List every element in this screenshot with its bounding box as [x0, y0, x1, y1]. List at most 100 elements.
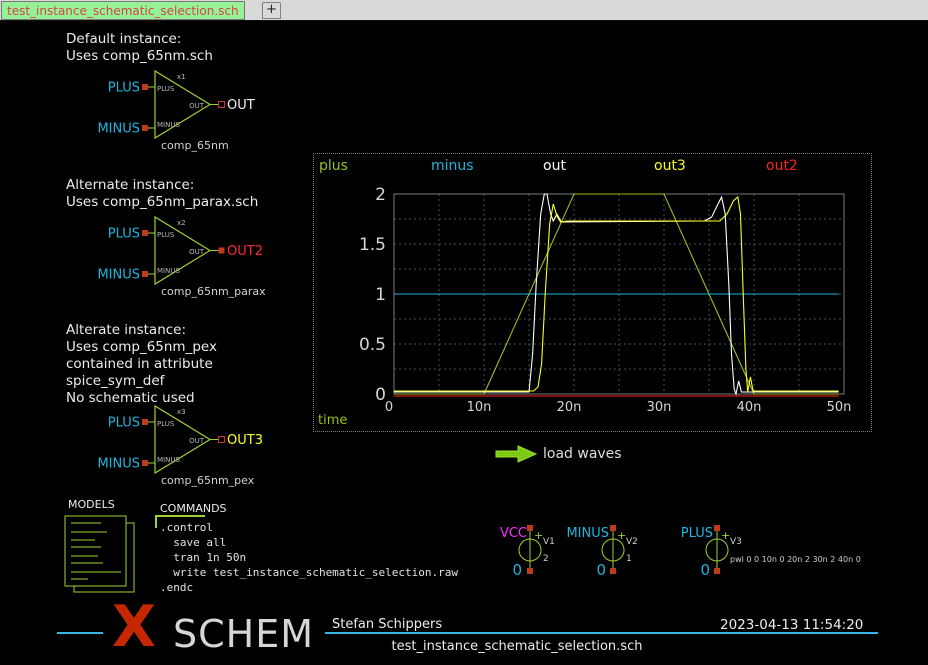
plus-sign: + [534, 529, 543, 542]
x-axis-title: time [318, 413, 347, 428]
load-waves-arrow-icon[interactable] [494, 444, 540, 464]
symbol-name: comp_65nm_pex [161, 474, 255, 487]
load-waves-label[interactable]: load waves [543, 446, 622, 462]
timestamp: 2023-04-13 11:54:20 [720, 617, 863, 633]
plus-sign: + [617, 529, 626, 542]
xschem-window: test_instance_schematic_selection.sch + … [0, 0, 928, 665]
instance-x1[interactable]: PLUS MINUS OUT x1 PLUS MINUS OUT comp_65… [95, 63, 305, 162]
svg-text:30n: 30n [647, 400, 672, 415]
net-label-gnd[interactable]: 0 [512, 561, 522, 579]
source-value: 2 [543, 554, 549, 564]
pin-label-plus: PLUS [157, 231, 175, 239]
pin-label-out: OUT [189, 102, 205, 110]
tab-active-schematic[interactable]: test_instance_schematic_selection.sch [1, 1, 245, 20]
commands-line-1: .control [160, 521, 213, 534]
annotation-pex-line3: contained in attribute [66, 356, 213, 372]
pin-square-bottom[interactable] [527, 568, 533, 574]
xschem-logo-text: SCHEM [173, 616, 314, 652]
pin-square-minus[interactable] [142, 460, 148, 466]
pin-square-top[interactable] [527, 525, 533, 531]
source-name: V2 [626, 537, 638, 547]
xschem-logo-x: X [112, 600, 156, 654]
symbol-name: comp_65nm_parax [161, 285, 266, 298]
net-label-out2[interactable]: OUT2 [227, 244, 263, 259]
net-label-minus[interactable]: MINUS [97, 457, 140, 472]
pin-square-plus[interactable] [142, 419, 148, 425]
symbol-name: comp_65nm [161, 139, 229, 152]
waveform-graph[interactable]: plusminusoutout3out2 00.511.52010n20n30n… [313, 153, 872, 432]
pin-square-bottom[interactable] [714, 568, 720, 574]
annotation-alternate-instance-line1: Alternate instance: [66, 177, 194, 193]
pin-label-minus: MINUS [157, 121, 180, 129]
annotation-pex-line1: Alterate instance: [66, 322, 186, 338]
title-block-divider [325, 632, 878, 634]
source-name: V1 [543, 537, 555, 547]
net-label-gnd[interactable]: 0 [700, 561, 710, 579]
net-label-minus-src[interactable]: MINUS [566, 526, 609, 541]
net-label-minus[interactable]: MINUS [97, 122, 140, 137]
pin-label-plus: PLUS [157, 85, 175, 93]
author-name: Stefan Schippers [332, 617, 442, 632]
pin-square-out[interactable] [219, 248, 225, 254]
pin-label-out: OUT [189, 437, 205, 445]
source-name: V3 [730, 537, 742, 547]
annotation-alternate-instance-line2: Uses comp_65nm_parax.sch [66, 194, 258, 210]
pin-label-plus: PLUS [157, 420, 175, 428]
comparator-symbol-x2: PLUS MINUS OUT2 x2 PLUS MINUS OUT comp_6… [95, 209, 305, 304]
pin-label-minus: MINUS [157, 267, 180, 275]
instance-name: x3 [177, 408, 186, 416]
svg-text:10n: 10n [467, 400, 492, 415]
svg-text:0.5: 0.5 [359, 335, 386, 355]
pin-square-out[interactable] [219, 437, 225, 443]
pin-square-plus[interactable] [142, 230, 148, 236]
commands-label: COMMANDS [160, 502, 227, 515]
sheet-title: test_instance_schematic_selection.sch [317, 639, 717, 654]
net-label-out3[interactable]: OUT3 [227, 433, 263, 448]
pin-square-minus[interactable] [142, 125, 148, 131]
title-block-divider-left [57, 632, 103, 634]
pin-square-top[interactable] [714, 525, 720, 531]
svg-text:50n: 50n [827, 400, 852, 415]
pin-square-top[interactable] [610, 525, 616, 531]
instance-name: x1 [177, 73, 186, 81]
commands-line-5: .endc [160, 581, 193, 594]
pin-square-minus[interactable] [142, 271, 148, 277]
svg-text:40n: 40n [737, 400, 762, 415]
annotation-pex-line2: Uses comp_65nm_pex [66, 339, 217, 355]
source-pwl-value: pwl 0 0 10n 0 20n 2 30n 2 40n 0 [730, 555, 861, 564]
net-label-plus[interactable]: PLUS [108, 416, 140, 431]
commands-line-4: write test_instance_schematic_selection.… [160, 566, 458, 579]
commands-line-3: tran 1n 50n [160, 551, 246, 564]
comparator-symbol-x1: PLUS MINUS OUT x1 PLUS MINUS OUT comp_65… [95, 63, 305, 158]
tab-bar: test_instance_schematic_selection.sch + [0, 0, 928, 21]
pin-square-bottom[interactable] [610, 568, 616, 574]
instance-name: x2 [177, 219, 186, 227]
svg-text:1.5: 1.5 [359, 235, 386, 255]
net-label-plus-src[interactable]: PLUS [681, 526, 713, 541]
svg-text:1: 1 [375, 285, 386, 305]
plus-sign: + [721, 529, 730, 542]
models-document-icon[interactable] [58, 494, 158, 598]
instance-x2[interactable]: PLUS MINUS OUT2 x2 PLUS MINUS OUT comp_6… [95, 209, 305, 308]
net-label-out[interactable]: OUT [227, 98, 255, 113]
comparator-symbol-x3: PLUS MINUS OUT3 x3 PLUS MINUS OUT comp_6… [95, 398, 305, 493]
svg-text:0: 0 [385, 400, 393, 415]
commands-line-2: save all [160, 536, 226, 549]
net-label-minus[interactable]: MINUS [97, 268, 140, 283]
annotation-pex-line4: spice_sym_def [66, 373, 164, 389]
net-label-gnd[interactable]: 0 [596, 561, 606, 579]
net-label-vcc[interactable]: VCC [500, 526, 527, 541]
pin-label-minus: MINUS [157, 456, 180, 464]
svg-text:20n: 20n [557, 400, 582, 415]
pin-square-plus[interactable] [142, 84, 148, 90]
annotation-default-instance-line2: Uses comp_65nm.sch [66, 48, 213, 64]
instance-x3[interactable]: PLUS MINUS OUT3 x3 PLUS MINUS OUT comp_6… [95, 398, 305, 497]
new-tab-button[interactable]: + [262, 2, 281, 19]
pin-square-out[interactable] [219, 102, 225, 108]
net-label-plus[interactable]: PLUS [108, 227, 140, 242]
annotation-default-instance-line1: Default instance: [66, 31, 181, 47]
net-label-plus[interactable]: PLUS [108, 81, 140, 96]
source-value: 1 [626, 554, 632, 564]
svg-text:2: 2 [375, 185, 386, 205]
graph-canvas[interactable]: 00.511.52010n20n30n40n50n [314, 154, 871, 431]
